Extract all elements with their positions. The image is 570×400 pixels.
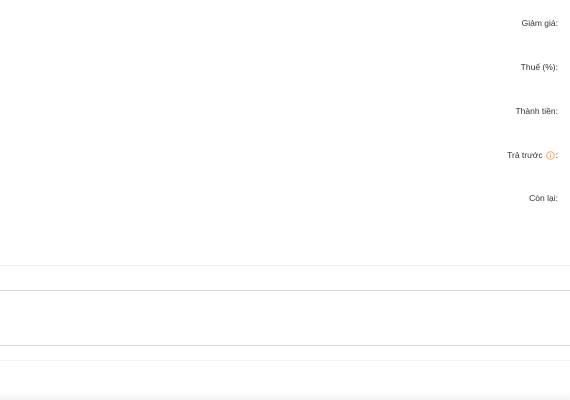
info-circle-icon[interactable] [545,150,555,160]
divider [0,360,570,361]
remaining-label: Còn lại: [529,193,558,203]
prepaid-row: Trả trước : [507,149,558,161]
prepaid-colon: : [555,150,558,160]
footer-shade [0,392,570,400]
order-summary-panel: Giảm giá: Thuế (%): Thành tiền: Trả trướ… [0,0,570,400]
divider [0,345,570,346]
tax-row: Thuế (%): [521,61,558,73]
discount-label: Giảm giá: [521,18,558,28]
remaining-row: Còn lại: [529,192,558,204]
divider [0,265,570,266]
discount-row: Giảm giá: [522,17,558,29]
total-label: Thành tiền: [515,106,558,116]
prepaid-label: Trả trước [507,150,543,160]
total-row: Thành tiền: [515,105,558,117]
divider [0,290,570,291]
tax-label: Thuế (%): [520,62,558,72]
